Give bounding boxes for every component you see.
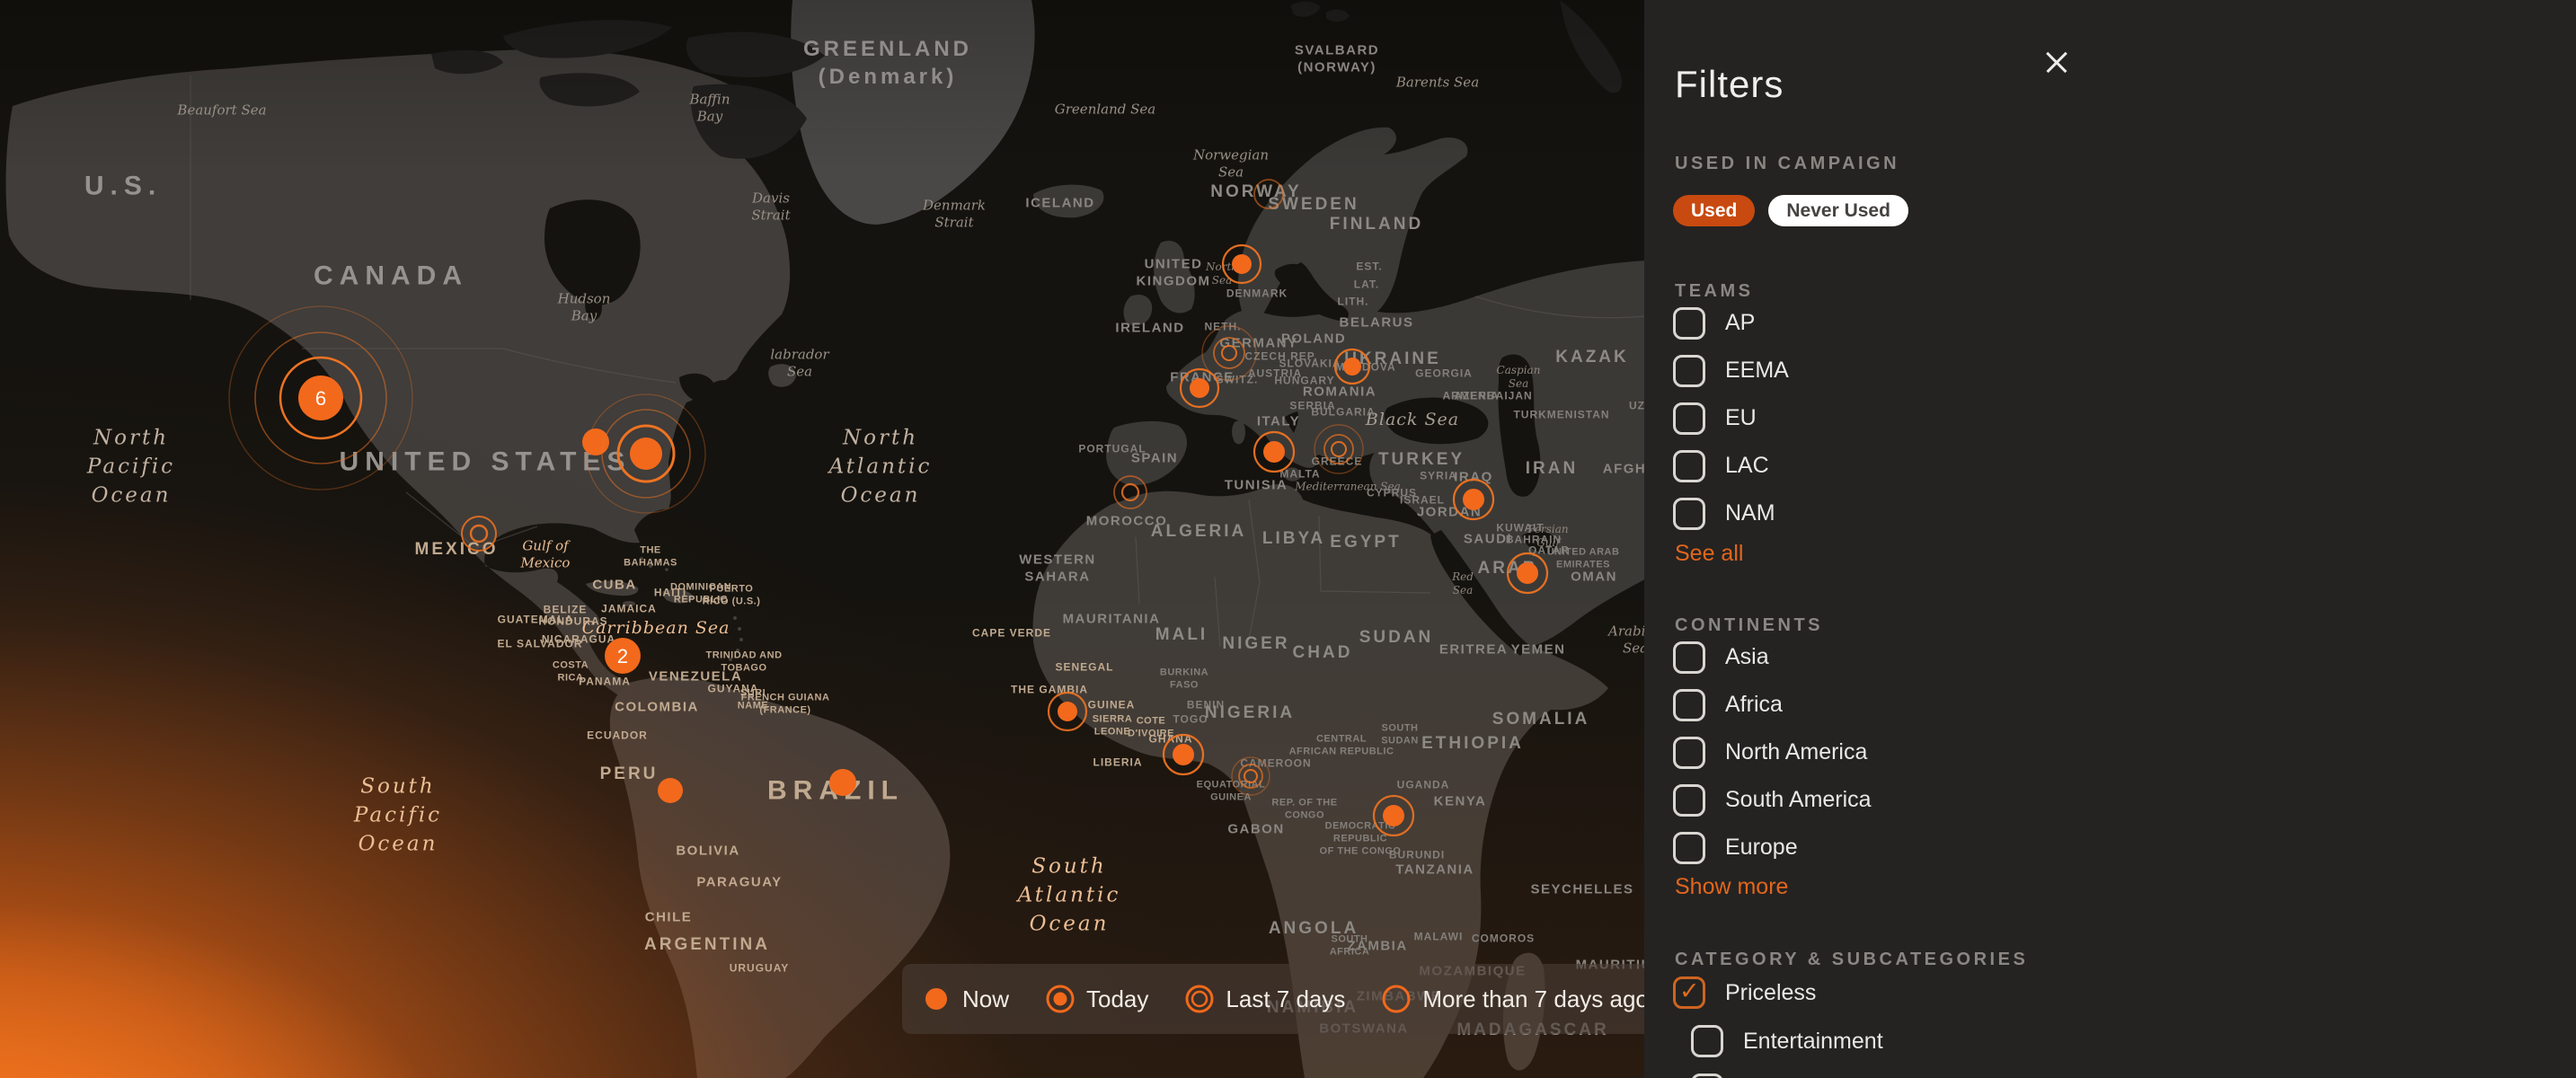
team-row-nam: NAM	[1673, 490, 2558, 537]
legend-item-more-than-7-days-ago: More than 7 days ago	[1381, 984, 1649, 1014]
map-marker[interactable]	[1049, 693, 1086, 730]
checkbox-nam[interactable]	[1673, 498, 1705, 530]
checkbox-label-nam[interactable]: NAM	[1725, 500, 1775, 526]
legend-item-last-7-days: Last 7 days	[1184, 984, 1345, 1014]
legend-item-now: Now	[921, 984, 1009, 1014]
filter-pill-never-used[interactable]: Never Used	[1768, 195, 1908, 226]
app-root: U.S.CANADAUNITED STATESGREENLAND (Denmar…	[0, 0, 2576, 1078]
map-marker[interactable]	[1454, 480, 1493, 519]
checkbox-label-ap[interactable]: AP	[1725, 310, 1755, 336]
map-marker[interactable]	[1181, 369, 1218, 407]
see-all-link[interactable]: See all	[1675, 541, 1743, 567]
panel-title: Filters	[1675, 63, 1784, 106]
svg-text:2: 2	[617, 645, 628, 667]
dot-in-ring-icon	[1045, 984, 1076, 1014]
category-row-priceless: Priceless	[1673, 968, 2558, 1017]
section-header-used-in-campaign: USED IN CAMPAIGN	[1675, 154, 1899, 174]
checkbox-south-america[interactable]	[1673, 784, 1705, 817]
map-marker[interactable]	[1254, 432, 1294, 472]
category-row-entertainment: Entertainment	[1691, 1017, 2558, 1065]
double-ring-icon	[1184, 984, 1215, 1014]
checkbox-eu[interactable]	[1673, 402, 1705, 435]
checkbox-lac[interactable]	[1673, 450, 1705, 482]
checkbox-label-eu[interactable]: EU	[1725, 405, 1757, 431]
checkbox-label-lac[interactable]: LAC	[1725, 453, 1769, 479]
team-row-lac: LAC	[1673, 442, 2558, 490]
map-marker[interactable]	[1232, 757, 1270, 795]
teams-checkbox-list: AP EEMA EU LAC NAM	[1673, 299, 2558, 537]
checkbox-label-asia[interactable]: Asia	[1725, 644, 1769, 670]
checkbox-north-america[interactable]	[1673, 737, 1705, 769]
map-marker[interactable]	[1315, 425, 1363, 473]
checkbox-europe[interactable]	[1673, 832, 1705, 864]
used-in-campaign-pills: Used Never Used	[1673, 195, 1908, 226]
team-row-eema: EEMA	[1673, 347, 2558, 394]
checkbox-label-europe[interactable]: Europe	[1725, 835, 1798, 861]
map-marker[interactable]	[587, 394, 705, 513]
map-marker[interactable]	[1223, 245, 1261, 283]
continent-row-asia: Asia	[1673, 633, 2558, 681]
checkbox-label-entertainment[interactable]: Entertainment	[1743, 1029, 1883, 1055]
continent-row-north-america: North America	[1673, 729, 2558, 776]
checkbox-label-africa[interactable]: Africa	[1725, 692, 1783, 718]
legend-label-last-7-days: Last 7 days	[1226, 985, 1345, 1013]
map-marker[interactable]	[1254, 180, 1283, 208]
map-marker[interactable]	[1508, 553, 1547, 593]
show-more-link[interactable]: Show more	[1675, 874, 1788, 900]
checkbox-ap[interactable]	[1673, 307, 1705, 340]
filters-panel: Filters USED IN CAMPAIGN UsedNever Used …	[1644, 0, 2576, 1078]
legend-label-today: Today	[1086, 985, 1148, 1013]
close-icon[interactable]	[2037, 42, 2076, 82]
checkbox-label-eema[interactable]: EEMA	[1725, 358, 1789, 384]
map-marker[interactable]	[462, 517, 496, 551]
map-marker[interactable]	[829, 769, 856, 796]
map-marker[interactable]	[1164, 735, 1203, 774]
filter-pill-used[interactable]: Used	[1673, 195, 1755, 226]
map-marker[interactable]	[1114, 476, 1146, 508]
checkbox-item[interactable]	[1691, 1074, 1723, 1078]
map-marker[interactable]	[1335, 349, 1369, 384]
map-cluster-marker[interactable]: 2	[605, 638, 641, 674]
map-marker[interactable]	[658, 778, 683, 803]
checkbox-priceless[interactable]	[1673, 976, 1705, 1009]
checkbox-entertainment[interactable]	[1691, 1025, 1723, 1057]
continent-row-africa: Africa	[1673, 681, 2558, 729]
category-checkbox-list: Priceless Entertainment	[1673, 968, 2558, 1078]
legend-label-more-than-7-days-ago: More than 7 days ago	[1422, 985, 1649, 1013]
svg-text:6: 6	[315, 387, 326, 410]
continent-row-south-america: South America	[1673, 776, 2558, 824]
checkbox-label-priceless[interactable]: Priceless	[1725, 980, 1816, 1006]
legend-label-now: Now	[962, 985, 1009, 1013]
continent-row-europe: Europe	[1673, 824, 2558, 871]
checkbox-asia[interactable]	[1673, 641, 1705, 674]
checkbox-eema[interactable]	[1673, 355, 1705, 387]
continents-checkbox-list: Asia Africa North America South America Euro…	[1673, 633, 2558, 871]
map-legend: Now Today Last 7 days More than 7 days ago	[902, 964, 1657, 1034]
filled-dot-icon	[921, 984, 952, 1014]
map-cluster-marker[interactable]: 6	[229, 306, 412, 490]
team-row-eu: EU	[1673, 394, 2558, 442]
checkbox-label-north-america[interactable]: North America	[1725, 739, 1867, 765]
legend-item-today: Today	[1045, 984, 1148, 1014]
checkbox-label-south-america[interactable]: South America	[1725, 787, 1872, 813]
checkbox-africa[interactable]	[1673, 689, 1705, 721]
team-row-ap: AP	[1673, 299, 2558, 347]
ring-icon	[1381, 984, 1412, 1014]
section-header-category: CATEGORY & SUBCATEGORIES	[1675, 950, 2028, 970]
category-row-item	[1691, 1065, 2558, 1078]
map-marker[interactable]	[1374, 796, 1413, 835]
